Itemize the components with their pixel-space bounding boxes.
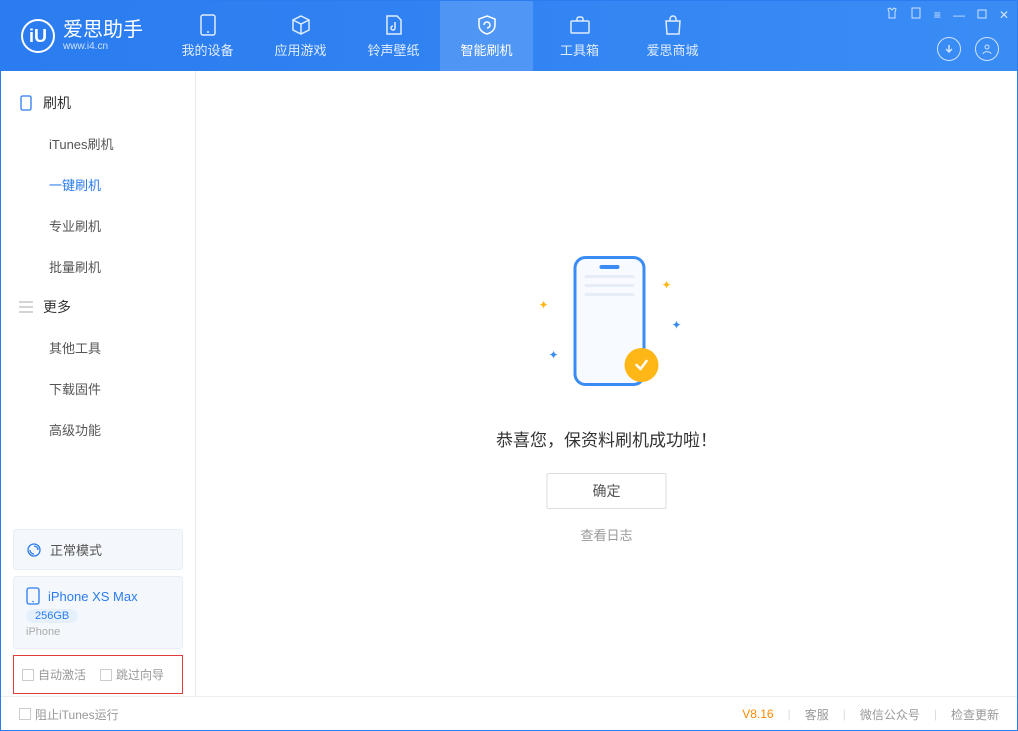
music-file-icon [382, 14, 406, 36]
nav-apps-games[interactable]: 应用游戏 [254, 1, 347, 71]
sidebar-item-other-tools[interactable]: 其他工具 [1, 327, 195, 368]
nav-label: 铃声壁纸 [367, 40, 419, 59]
nav-my-device[interactable]: 我的设备 [161, 1, 254, 71]
star-icon: ✦ [672, 318, 682, 332]
toolbox-icon [568, 14, 592, 36]
device-info-box[interactable]: iPhone XS Max 256GB iPhone [13, 576, 183, 649]
maximize-button[interactable] [977, 8, 987, 22]
device-capacity-badge: 256GB [26, 609, 78, 623]
star-icon: ✦ [662, 278, 672, 292]
highlighted-options: 自动激活 跳过向导 [13, 655, 183, 694]
nav-store[interactable]: 爱思商城 [626, 1, 719, 71]
success-panel: ✦ ✦ ✦ ✦ 恭喜您，保资料刷机成功啦！ 确定 查看日志 [496, 248, 717, 544]
top-nav: 我的设备 应用游戏 铃声壁纸 智能刷机 工具箱 爱思商城 [161, 1, 719, 71]
sidebar-item-itunes-flash[interactable]: iTunes刷机 [1, 123, 195, 164]
footer-support-link[interactable]: 客服 [805, 706, 829, 723]
footer: 阻止iTunes运行 V8.16 | 客服 | 微信公众号 | 检查更新 [1, 696, 1017, 731]
close-button[interactable]: ✕ [999, 8, 1009, 22]
nav-label: 爱思商城 [646, 40, 698, 59]
app-subtitle: www.i4.cn [63, 41, 143, 52]
checkbox-label: 阻止iTunes运行 [35, 706, 119, 723]
download-icon[interactable] [937, 37, 961, 61]
shopping-bag-icon [661, 14, 685, 36]
device-mode-box[interactable]: 正常模式 [13, 529, 183, 570]
device-type: iPhone [26, 626, 170, 638]
user-icon[interactable] [975, 37, 999, 61]
star-icon: ✦ [549, 348, 559, 362]
sync-icon [26, 542, 42, 558]
lock-icon[interactable] [910, 7, 922, 22]
phone-icon [26, 587, 40, 605]
app-title: 爱思助手 [63, 20, 143, 40]
shield-refresh-icon [475, 14, 499, 36]
cube-icon [289, 14, 313, 36]
view-log-link[interactable]: 查看日志 [580, 525, 632, 544]
sidebar-item-oneclick-flash[interactable]: 一键刷机 [1, 164, 195, 205]
device-icon [196, 14, 220, 36]
footer-wechat-link[interactable]: 微信公众号 [860, 706, 920, 723]
success-message: 恭喜您，保资料刷机成功啦！ [496, 426, 717, 451]
sidebar-item-advanced[interactable]: 高级功能 [1, 409, 195, 450]
success-illustration: ✦ ✦ ✦ ✦ [507, 248, 707, 408]
header-right-icons [937, 37, 999, 61]
sidebar-section-flash: 刷机 [1, 83, 195, 123]
nav-label: 应用游戏 [274, 40, 326, 59]
menu-icon[interactable]: ≡ [934, 8, 941, 22]
checkbox-block-itunes[interactable]: 阻止iTunes运行 [19, 706, 119, 723]
app-logo: iU 爱思助手 www.i4.cn [1, 1, 161, 71]
device-mode-label: 正常模式 [50, 540, 102, 559]
section-title: 刷机 [43, 93, 71, 113]
nav-label: 智能刷机 [460, 40, 512, 59]
sidebar-item-pro-flash[interactable]: 专业刷机 [1, 205, 195, 246]
sidebar-item-batch-flash[interactable]: 批量刷机 [1, 246, 195, 287]
checkbox-label: 跳过向导 [116, 666, 164, 683]
window-controls: ≡ — ✕ [886, 7, 1009, 22]
nav-label: 我的设备 [181, 40, 233, 59]
shirt-icon[interactable] [886, 7, 898, 22]
nav-smart-flash[interactable]: 智能刷机 [440, 1, 533, 71]
version-label: V8.16 [742, 707, 773, 721]
minimize-button[interactable]: — [953, 8, 965, 22]
check-badge-icon [625, 348, 659, 382]
phone-icon [19, 96, 33, 110]
sidebar: 刷机 iTunes刷机 一键刷机 专业刷机 批量刷机 更多 其他工具 下载固件 … [1, 71, 196, 696]
ok-button[interactable]: 确定 [547, 473, 667, 509]
checkbox-label: 自动激活 [38, 666, 86, 683]
checkbox-auto-activate[interactable]: 自动激活 [22, 666, 86, 683]
star-icon: ✦ [539, 298, 549, 312]
list-icon [19, 300, 33, 314]
sidebar-item-download-firmware[interactable]: 下载固件 [1, 368, 195, 409]
device-name: iPhone XS Max [48, 589, 138, 604]
nav-label: 工具箱 [560, 40, 599, 59]
main-panel: ✦ ✦ ✦ ✦ 恭喜您，保资料刷机成功啦！ 确定 查看日志 [196, 71, 1017, 696]
section-title: 更多 [43, 297, 71, 317]
sidebar-section-more: 更多 [1, 287, 195, 327]
body: 刷机 iTunes刷机 一键刷机 专业刷机 批量刷机 更多 其他工具 下载固件 … [1, 71, 1017, 696]
logo-icon: iU [21, 19, 55, 53]
nav-ringtone-wallpaper[interactable]: 铃声壁纸 [347, 1, 440, 71]
nav-toolbox[interactable]: 工具箱 [533, 1, 626, 71]
title-bar: iU 爱思助手 www.i4.cn 我的设备 应用游戏 铃声壁纸 智能刷机 工具… [1, 1, 1017, 71]
checkbox-skip-guide[interactable]: 跳过向导 [100, 666, 164, 683]
footer-check-update-link[interactable]: 检查更新 [951, 706, 999, 723]
